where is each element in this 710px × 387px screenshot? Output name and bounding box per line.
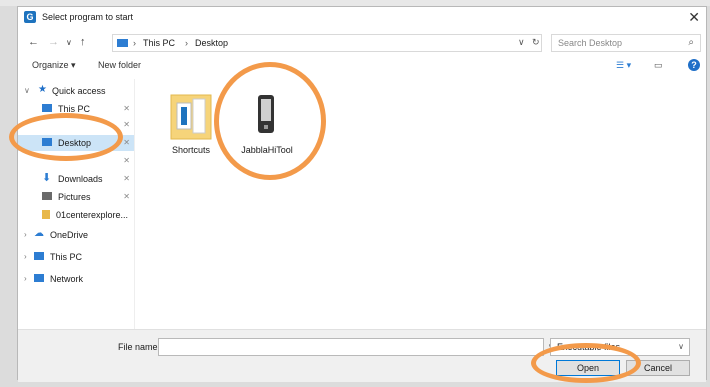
file-name-field[interactable] — [158, 338, 544, 356]
address-bar[interactable]: › This PC › Desktop — [112, 34, 542, 52]
pin-icon: ✕ — [123, 104, 130, 113]
file-list: Shortcuts JabblaHiTool — [136, 79, 706, 329]
sidebar-item-onedrive[interactable]: › ☁ OneDrive — [18, 227, 134, 243]
file-item-shortcuts[interactable]: Shortcuts — [156, 85, 226, 165]
star-icon: ★ — [38, 84, 47, 95]
pin-icon: ✕ — [123, 192, 130, 201]
sidebar-item-label: This PC — [50, 252, 83, 262]
folder-icon — [42, 210, 50, 219]
refresh-icon[interactable]: ↻ — [532, 37, 540, 48]
file-type-value: Executable files — [557, 342, 621, 352]
search-icon: ⌕ — [688, 37, 694, 48]
file-name: Shortcuts — [171, 145, 211, 155]
organize-button[interactable]: Organize ▾ — [32, 60, 76, 71]
navigation-pane: ∨ ★ Quick access This PC ✕ ✕ Desktop ✕ ✕… — [18, 79, 135, 329]
sidebar-item-desktop[interactable]: Desktop ✕ — [18, 135, 134, 151]
sidebar-item-pictures[interactable]: Pictures ✕ — [18, 189, 134, 205]
file-item-jabblahitool[interactable]: JabblaHiTool — [232, 85, 302, 165]
breadcrumb-separator-icon: › — [185, 38, 188, 48]
sidebar-item-downloads[interactable]: ⬇ Downloads ✕ — [18, 171, 134, 187]
sidebar-item-this-pc-2[interactable]: › This PC — [18, 249, 134, 265]
download-icon: ⬇ — [42, 172, 52, 184]
address-row: ← → ∨ ↑ › This PC › Desktop ∨ ↻ Search D… — [18, 31, 706, 55]
pin-icon: ✕ — [123, 174, 130, 183]
chevron-right-icon: › — [24, 252, 27, 261]
sidebar-item-hidden-2[interactable]: ✕ — [18, 153, 134, 169]
chevron-down-icon: ∨ — [24, 86, 30, 95]
sidebar-item-label: Network — [50, 274, 84, 284]
sidebar-item-label: Pictures — [58, 192, 91, 202]
breadcrumb-separator-icon: › — [133, 38, 136, 48]
close-icon[interactable]: ✕ — [688, 9, 700, 26]
network-icon — [34, 274, 44, 282]
pictures-icon — [42, 192, 52, 200]
breadcrumb-this-pc[interactable]: This PC — [143, 38, 175, 48]
file-name-label: File name: — [118, 342, 161, 352]
help-icon[interactable]: ? — [688, 59, 700, 71]
search-input[interactable]: Search Desktop ⌕ — [551, 34, 701, 52]
sidebar-item-label: 01centerexplore... — [56, 210, 129, 220]
sidebar-item-hidden[interactable]: ✕ — [18, 117, 134, 133]
sidebar-item-label: Quick access — [52, 86, 106, 96]
view-options-icon[interactable]: ☰ ▾ — [616, 60, 631, 71]
folder-icon — [170, 94, 212, 140]
sidebar-item-label: Desktop — [58, 138, 92, 148]
chevron-down-icon: ∨ — [678, 342, 684, 351]
app-icon — [258, 95, 274, 133]
breadcrumb-desktop[interactable]: Desktop — [195, 38, 228, 48]
chevron-right-icon: › — [24, 274, 27, 283]
preview-pane-icon[interactable]: ▭ — [654, 60, 663, 71]
sidebar-item-quick-access[interactable]: ∨ ★ Quick access — [18, 83, 134, 99]
command-bar: Organize ▾ New folder ☰ ▾ ▭ ? — [18, 57, 706, 77]
cancel-button[interactable]: Cancel — [626, 360, 690, 376]
address-dropdown-icon[interactable]: ∨ — [518, 37, 525, 48]
pin-icon: ✕ — [123, 138, 130, 147]
file-dialog: G Select program to start ✕ ← → ∨ ↑ › Th… — [17, 6, 707, 382]
file-type-select[interactable]: Executable files ∨ — [550, 338, 690, 356]
desktop-icon — [42, 138, 52, 146]
forward-arrow-icon[interactable]: → — [48, 36, 59, 48]
back-arrow-icon[interactable]: ← — [28, 36, 39, 48]
app-logo-icon: G — [24, 11, 36, 23]
sidebar-item-this-pc[interactable]: This PC ✕ — [18, 101, 134, 117]
pin-icon: ✕ — [123, 120, 130, 129]
sidebar-item-label: OneDrive — [50, 230, 89, 240]
chevron-right-icon: › — [24, 230, 27, 239]
sidebar-item-label: This PC — [58, 104, 91, 114]
dialog-footer: File name: ∨ Executable files ∨ Open Can… — [18, 329, 706, 382]
file-name: JabblaHiTool — [241, 145, 293, 155]
search-placeholder: Search Desktop — [558, 38, 623, 48]
recent-chevron-icon[interactable]: ∨ — [66, 38, 72, 47]
dialog-title: Select program to start — [42, 12, 134, 22]
pin-icon: ✕ — [123, 156, 130, 165]
sidebar-item-label: Downloads — [58, 174, 103, 184]
title-bar: G Select program to start ✕ — [18, 7, 706, 29]
pc-icon — [117, 39, 128, 47]
sidebar-item-network[interactable]: › Network — [18, 271, 134, 287]
sidebar-item-folder[interactable]: 01centerexplore... — [18, 207, 134, 223]
open-button[interactable]: Open — [556, 360, 620, 376]
new-folder-button[interactable]: New folder — [98, 60, 141, 70]
pc-icon — [34, 252, 44, 260]
pc-icon — [42, 104, 52, 112]
up-arrow-icon[interactable]: ↑ — [80, 36, 86, 48]
cloud-icon: ☁ — [34, 228, 44, 239]
